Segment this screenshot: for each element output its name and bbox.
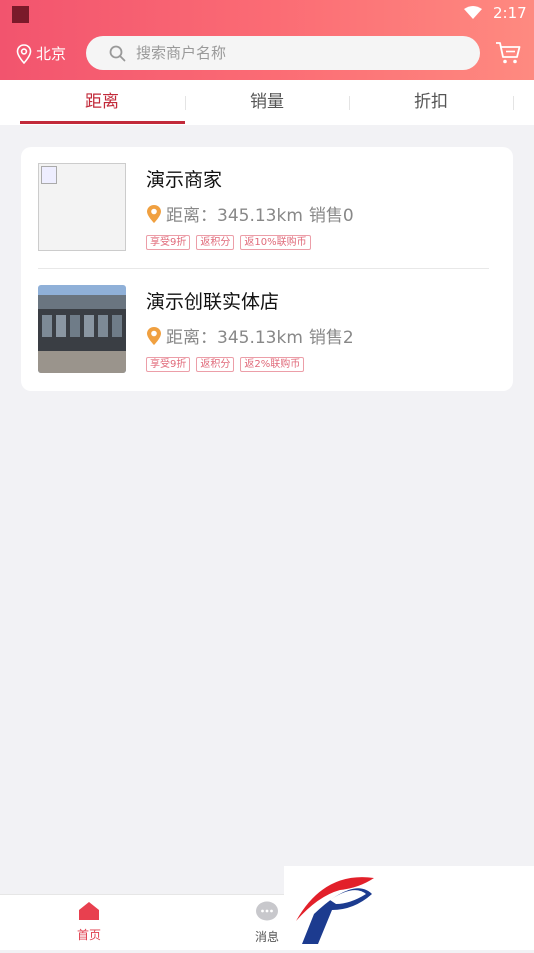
tab-distance[interactable]: 距离 [20,80,184,125]
brand-logo-overlay [284,866,534,949]
status-time: 2:17 [493,4,527,22]
active-tab-indicator [20,121,185,124]
location-pin-icon [147,326,161,345]
notification-icon [12,6,29,23]
store-list: 演示商家 距离：345.13km 销售0 享受9折 返积分 返10%联购币 演示… [21,147,513,391]
store-item[interactable]: 演示商家 距离：345.13km 销售0 享受9折 返积分 返10%联购币 [38,163,493,258]
store-name: 演示创联实体店 [146,291,280,313]
store-meta: 距离：345.13km 销售2 [146,323,354,348]
store-tags: 享受9折 返积分 返10%联购币 [146,235,317,250]
store-tags: 享受9折 返积分 返2%联购币 [146,357,310,372]
status-bar: 2:17 [0,0,534,28]
tab-discount[interactable]: 折扣 [349,80,513,125]
store-sales: 销售0 [308,206,354,226]
chat-icon [256,901,278,921]
location-pin-icon [16,43,32,64]
nav-home-label: 首页 [76,928,101,942]
points-tag: 返积分 [196,357,235,372]
city-label: 北京 [36,45,67,63]
store-distance: 距离：345.13km [166,206,303,226]
nav-home[interactable]: 首页 [59,901,119,943]
discount-tag: 享受9折 [146,235,191,250]
cart-icon[interactable] [495,41,521,65]
search-bar[interactable] [86,36,480,70]
search-input[interactable] [134,43,438,63]
discount-tag: 享受9折 [146,357,191,372]
store-distance: 距离：345.13km [166,328,303,348]
coin-tag: 返2%联购币 [240,357,305,372]
home-icon [79,902,99,920]
store-meta: 距离：345.13km 销售0 [146,201,354,226]
tab-sales[interactable]: 销量 [185,80,349,125]
search-icon [109,45,126,61]
city-selector[interactable]: 北京 [16,43,66,64]
location-pin-icon [147,204,161,223]
list-divider [38,268,489,269]
store-image-placeholder [38,163,126,251]
wifi-icon [464,6,482,19]
app-header: 2:17 北京 [0,0,534,80]
store-item[interactable]: 演示创联实体店 距离：345.13km 销售2 享受9折 返积分 返2%联购币 [38,285,493,380]
store-name: 演示商家 [146,169,223,191]
tab-separator [513,96,514,110]
sort-tabs: 距离 销量 折扣 [0,80,534,125]
points-tag: 返积分 [196,235,235,250]
store-sales: 销售2 [308,328,354,348]
coin-tag: 返10%联购币 [240,235,311,250]
store-photo [38,285,126,373]
